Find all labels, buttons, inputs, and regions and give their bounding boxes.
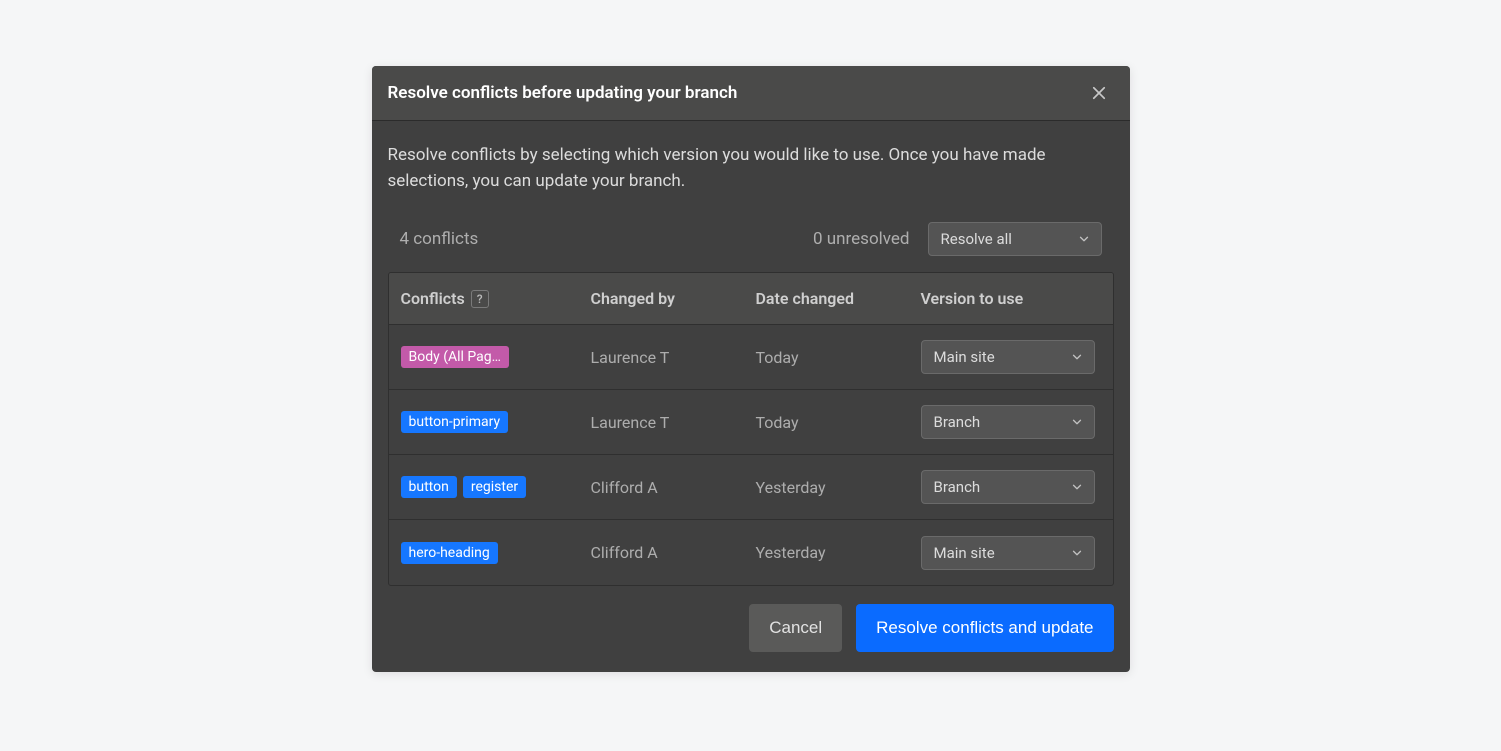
version-label: Main site — [934, 348, 995, 366]
version-label: Branch — [934, 478, 981, 496]
table-row: Body (All Pag… Laurence TToday Main site — [389, 325, 1113, 390]
conflict-cell: Body (All Pag… — [401, 346, 591, 368]
table-header: Conflicts ? Changed by Date changed Vers… — [389, 273, 1113, 325]
resolve-button[interactable]: Resolve conflicts and update — [856, 604, 1113, 652]
version-cell: Main site — [921, 340, 1101, 374]
version-label: Main site — [934, 544, 995, 562]
close-icon — [1090, 84, 1108, 102]
col-conflicts: Conflicts ? — [401, 289, 591, 308]
version-cell: Branch — [921, 405, 1101, 439]
table-row: hero-heading Clifford AYesterday Main site — [389, 520, 1113, 585]
cancel-button[interactable]: Cancel — [749, 604, 842, 652]
modal-body: Resolve conflicts by selecting which ver… — [372, 121, 1130, 672]
version-select[interactable]: Main site — [921, 340, 1095, 374]
date-changed-cell: Today — [756, 348, 921, 367]
col-version-to-use: Version to use — [921, 289, 1101, 308]
conflict-tag[interactable]: hero-heading — [401, 542, 498, 564]
version-select[interactable]: Main site — [921, 536, 1095, 570]
resolve-conflicts-modal: Resolve conflicts before updating your b… — [372, 66, 1130, 672]
close-button[interactable] — [1088, 82, 1110, 104]
modal-description: Resolve conflicts by selecting which ver… — [388, 143, 1114, 194]
version-cell: Main site — [921, 536, 1101, 570]
table-body: Body (All Pag…Laurence TTodayMain sitebu… — [389, 325, 1113, 585]
conflict-cell: button register — [401, 476, 591, 498]
resolve-all-label: Resolve all — [941, 230, 1012, 248]
conflict-tag[interactable]: Body (All Pag… — [401, 346, 510, 368]
chevron-down-icon — [1077, 232, 1091, 246]
date-changed-cell: Today — [756, 413, 921, 432]
date-changed-cell: Yesterday — [756, 478, 921, 497]
chevron-down-icon — [1070, 480, 1084, 494]
version-label: Branch — [934, 413, 981, 431]
conflict-tag[interactable]: button-primary — [401, 411, 509, 433]
changed-by-cell: Clifford A — [591, 478, 756, 497]
chevron-down-icon — [1070, 350, 1084, 364]
modal-title: Resolve conflicts before updating your b… — [388, 83, 738, 103]
conflicts-count: 4 conflicts — [400, 229, 814, 249]
version-select[interactable]: Branch — [921, 470, 1095, 504]
table-row: button register Clifford AYesterday Branch — [389, 455, 1113, 520]
conflict-tag[interactable]: register — [463, 476, 526, 498]
date-changed-cell: Yesterday — [756, 543, 921, 562]
version-select[interactable]: Branch — [921, 405, 1095, 439]
col-changed-by: Changed by — [591, 289, 756, 308]
chevron-down-icon — [1070, 546, 1084, 560]
chevron-down-icon — [1070, 415, 1084, 429]
conflict-cell: button-primary — [401, 411, 591, 433]
modal-header: Resolve conflicts before updating your b… — [372, 66, 1130, 121]
changed-by-cell: Laurence T — [591, 348, 756, 367]
help-icon[interactable]: ? — [471, 290, 489, 308]
changed-by-cell: Laurence T — [591, 413, 756, 432]
conflict-tag[interactable]: button — [401, 476, 457, 498]
col-date-changed: Date changed — [756, 289, 921, 308]
unresolved-count: 0 unresolved — [813, 229, 909, 249]
modal-footer: Cancel Resolve conflicts and update — [388, 604, 1114, 652]
resolve-all-select[interactable]: Resolve all — [928, 222, 1102, 256]
changed-by-cell: Clifford A — [591, 543, 756, 562]
conflicts-table: Conflicts ? Changed by Date changed Vers… — [388, 272, 1114, 586]
stats-row: 4 conflicts 0 unresolved Resolve all — [388, 222, 1114, 256]
conflict-cell: hero-heading — [401, 542, 591, 564]
version-cell: Branch — [921, 470, 1101, 504]
table-row: button-primary Laurence TToday Branch — [389, 390, 1113, 455]
